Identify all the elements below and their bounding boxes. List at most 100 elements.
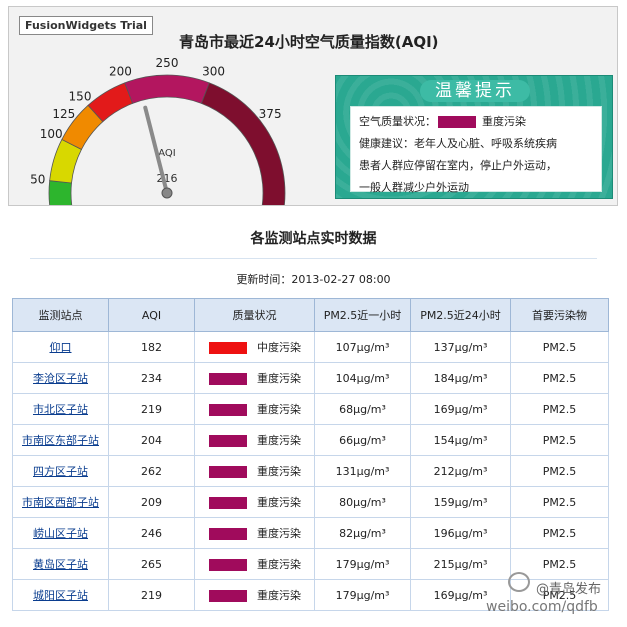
quality-swatch: [209, 497, 247, 509]
quality-swatch: [209, 528, 247, 540]
pollutant-cell: PM2.5: [510, 362, 609, 394]
quality-label: 重度污染: [257, 527, 301, 540]
gauge-band: [48, 180, 73, 205]
station-link[interactable]: 市南区西部子站: [12, 486, 109, 518]
pm25-1h-cell: 82μg/m³: [314, 517, 411, 549]
tips-quality-line: 空气质量状况： 重度污染: [359, 111, 593, 133]
station-link[interactable]: 市南区东部子站: [12, 424, 109, 456]
update-time: 更新时间：2013-02-27 08:00: [236, 273, 391, 286]
pm25-24h-cell: 169μg/m³: [410, 393, 511, 425]
quality-label: 重度污染: [257, 465, 301, 478]
station-table: 监测站点 AQI 质量状况 PM2.5近一小时 PM2.5近24小时 首要污染物…: [12, 298, 609, 611]
aqi-cell: 262: [108, 455, 195, 487]
quality-cell: 重度污染: [194, 548, 315, 580]
station-link[interactable]: 城阳区子站: [12, 579, 109, 611]
tips-advice-line1: 健康建议：老年人及心脏、呼吸系统疾病: [359, 137, 557, 150]
quality-label: 重度污染: [257, 434, 301, 447]
top-panel: FusionWidgets Trial 青岛市最近24小时空气质量指数(AQI)…: [8, 6, 618, 206]
gauge-band: [200, 82, 286, 205]
station-link[interactable]: 市北区子站: [12, 393, 109, 425]
pm25-24h-cell: 154μg/m³: [410, 424, 511, 456]
gauge-band: [124, 74, 210, 104]
quality-cell: 重度污染: [194, 517, 315, 549]
tips-quality-swatch: [438, 116, 476, 128]
pollutant-cell: PM2.5: [510, 517, 609, 549]
quality-label: 中度污染: [257, 341, 301, 354]
gauge-pivot: [161, 187, 173, 199]
pollutant-cell: PM2.5: [510, 331, 609, 363]
pm25-1h-cell: 104μg/m³: [314, 362, 411, 394]
gauge-tick-label: 375: [259, 107, 282, 121]
station-link[interactable]: 崂山区子站: [12, 517, 109, 549]
weibo-account: @青岛发布: [536, 582, 602, 597]
pm25-1h-cell: 107μg/m³: [314, 331, 411, 363]
header-pm25-24h: PM2.5近24小时: [410, 298, 511, 332]
pm25-1h-cell: 80μg/m³: [314, 486, 411, 518]
station-link[interactable]: 四方区子站: [12, 455, 109, 487]
quality-cell: 中度污染: [194, 331, 315, 363]
section-divider: [30, 258, 597, 259]
pm25-1h-cell: 179μg/m³: [314, 548, 411, 580]
aqi-cell: 219: [108, 393, 195, 425]
trial-watermark: FusionWidgets Trial: [19, 16, 153, 35]
gauge-tick-label: 300: [202, 65, 225, 79]
aqi-cell: 182: [108, 331, 195, 363]
quality-swatch: [209, 559, 247, 571]
tips-title: 温馨提示: [420, 80, 530, 102]
table-row: 市南区西部子站 209 重度污染 80μg/m³ 159μg/m³ PM2.5: [12, 486, 609, 518]
quality-label: 重度污染: [257, 372, 301, 385]
table-header-row: 监测站点 AQI 质量状况 PM2.5近一小时 PM2.5近24小时 首要污染物: [12, 298, 609, 332]
station-link[interactable]: 仰口: [12, 331, 109, 363]
quality-label: 重度污染: [257, 403, 301, 416]
pm25-24h-cell: 212μg/m³: [410, 455, 511, 487]
station-link[interactable]: 黄岛区子站: [12, 548, 109, 580]
quality-swatch: [209, 435, 247, 447]
quality-swatch: [209, 466, 247, 478]
header-quality: 质量状况: [194, 298, 315, 332]
pm25-1h-cell: 131μg/m³: [314, 455, 411, 487]
pollutant-cell: PM2.5: [510, 455, 609, 487]
pm25-1h-cell: 179μg/m³: [314, 579, 411, 611]
gauge-tick-label: 150: [69, 89, 92, 103]
table-row: 市南区东部子站 204 重度污染 66μg/m³ 154μg/m³ PM2.5: [12, 424, 609, 456]
tips-advice-line3: 一般人群减少户外运动: [359, 181, 469, 194]
quality-cell: 重度污染: [194, 486, 315, 518]
aqi-cell: 204: [108, 424, 195, 456]
pollutant-cell: PM2.5: [510, 393, 609, 425]
header-site: 监测站点: [12, 298, 109, 332]
pm25-1h-cell: 66μg/m³: [314, 424, 411, 456]
aqi-cell: 265: [108, 548, 195, 580]
aqi-gauge: 050100125150200250300375500 AQI 216: [30, 56, 286, 205]
pm25-1h-cell: 68μg/m³: [314, 393, 411, 425]
gauge-tick-label: 100: [40, 127, 63, 141]
tips-quality-value: 重度污染: [482, 115, 526, 128]
gauge-tick-label: 125: [52, 107, 75, 121]
pm25-24h-cell: 159μg/m³: [410, 486, 511, 518]
aqi-cell: 209: [108, 486, 195, 518]
pollutant-cell: PM2.5: [510, 424, 609, 456]
quality-swatch: [209, 373, 247, 385]
tips-advice-line2: 患者人群应停留在室内，停止户外运动，: [359, 159, 557, 172]
gauge-title: 青岛市最近24小时空气质量指数(AQI): [179, 33, 439, 51]
table-row: 仰口 182 中度污染 107μg/m³ 137μg/m³ PM2.5: [12, 331, 609, 363]
aqi-cell: 219: [108, 579, 195, 611]
header-pollutant: 首要污染物: [510, 298, 609, 332]
station-link[interactable]: 李沧区子站: [12, 362, 109, 394]
pollutant-cell: PM2.5: [510, 486, 609, 518]
header-aqi: AQI: [108, 298, 195, 332]
tips-panel: 温馨提示 空气质量状况： 重度污染 健康建议：老年人及心脏、呼吸系统疾病 患者人群…: [335, 75, 613, 199]
weibo-url: weibo.com/qdfb: [486, 599, 598, 615]
table-row: 市北区子站 219 重度污染 68μg/m³ 169μg/m³ PM2.5: [12, 393, 609, 425]
quality-swatch: [209, 342, 247, 354]
weibo-icon: [508, 572, 530, 592]
aqi-cell: 234: [108, 362, 195, 394]
pm25-24h-cell: 215μg/m³: [410, 548, 511, 580]
quality-label: 重度污染: [257, 496, 301, 509]
gauge-value: 216: [157, 172, 178, 185]
pm25-24h-cell: 184μg/m³: [410, 362, 511, 394]
quality-cell: 重度污染: [194, 362, 315, 394]
quality-label: 重度污染: [257, 558, 301, 571]
aqi-cell: 246: [108, 517, 195, 549]
quality-swatch: [209, 590, 247, 602]
quality-cell: 重度污染: [194, 455, 315, 487]
